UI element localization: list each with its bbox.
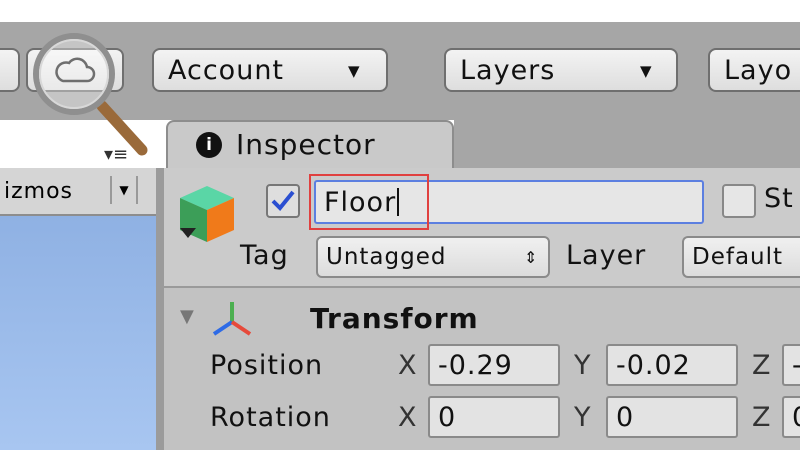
position-y-value: -0.02 xyxy=(616,349,691,381)
layer-label: Layer xyxy=(566,240,647,271)
info-icon: i xyxy=(196,132,222,158)
rotation-x-label: X xyxy=(398,402,418,433)
static-label: St xyxy=(764,183,794,214)
scene-view[interactable] xyxy=(0,216,156,450)
panel-divider[interactable] xyxy=(156,168,164,450)
rotation-z-value: 0 xyxy=(792,402,800,433)
rotation-y-label: Y xyxy=(574,402,592,433)
tab-inspector[interactable]: i Inspector xyxy=(166,120,454,168)
position-y-label: Y xyxy=(574,350,592,381)
position-z-value: - xyxy=(792,350,800,381)
layers-dropdown[interactable]: Layers ▼ xyxy=(444,48,678,92)
toolbar-partial-button[interactable] xyxy=(0,48,20,92)
static-checkbox[interactable] xyxy=(722,184,756,218)
layer-dropdown[interactable]: Default xyxy=(682,236,800,278)
position-x-value: -0.29 xyxy=(438,349,513,381)
position-z-input[interactable]: - xyxy=(782,344,800,386)
panel-menu-icon[interactable]: ▾≡ xyxy=(104,144,128,165)
layout-label: Layo xyxy=(724,54,793,86)
scene-header: izmos ▼ xyxy=(0,168,156,216)
layout-dropdown[interactable]: Layo xyxy=(708,48,800,92)
layers-label: Layers xyxy=(460,54,556,86)
rotation-y-input[interactable]: 0 xyxy=(606,396,738,438)
position-y-input[interactable]: -0.02 xyxy=(606,344,738,386)
tag-label: Tag xyxy=(240,240,289,271)
account-label: Account xyxy=(168,54,285,86)
chevron-down-icon: ▼ xyxy=(640,62,653,80)
selection-highlight xyxy=(309,174,429,230)
magnifier-icon xyxy=(22,28,152,158)
account-dropdown[interactable]: Account ▼ xyxy=(152,48,388,92)
rotation-y-value: 0 xyxy=(616,401,635,433)
position-x-label: X xyxy=(398,350,418,381)
tag-value: Untagged xyxy=(326,244,447,270)
gameobject-cube-icon[interactable] xyxy=(172,180,242,250)
position-label: Position xyxy=(210,350,324,381)
gizmos-label: izmos xyxy=(4,178,74,204)
rotation-z-input[interactable]: 0 xyxy=(782,396,800,438)
rotation-x-value: 0 xyxy=(438,401,457,433)
active-checkbox[interactable] xyxy=(266,184,300,218)
tab-strip xyxy=(454,120,800,168)
chevron-down-icon: ▼ xyxy=(348,62,361,80)
updown-icon: ⇕ xyxy=(524,247,539,267)
gizmos-chevron-icon[interactable]: ▼ xyxy=(110,176,138,204)
position-z-label: Z xyxy=(752,350,772,381)
rotation-z-label: Z xyxy=(752,402,772,433)
foldout-arrow-icon[interactable]: ▼ xyxy=(180,306,194,327)
position-x-input[interactable]: -0.29 xyxy=(428,344,560,386)
rotation-label: Rotation xyxy=(210,402,331,433)
rotation-x-input[interactable]: 0 xyxy=(428,396,560,438)
transform-axes-icon xyxy=(210,300,254,338)
inspector-tab-label: Inspector xyxy=(236,128,376,161)
transform-title: Transform xyxy=(310,302,479,335)
layer-value: Default xyxy=(692,244,784,270)
tag-dropdown[interactable]: Untagged ⇕ xyxy=(316,236,550,278)
gizmos-dropdown[interactable]: izmos xyxy=(0,176,106,206)
